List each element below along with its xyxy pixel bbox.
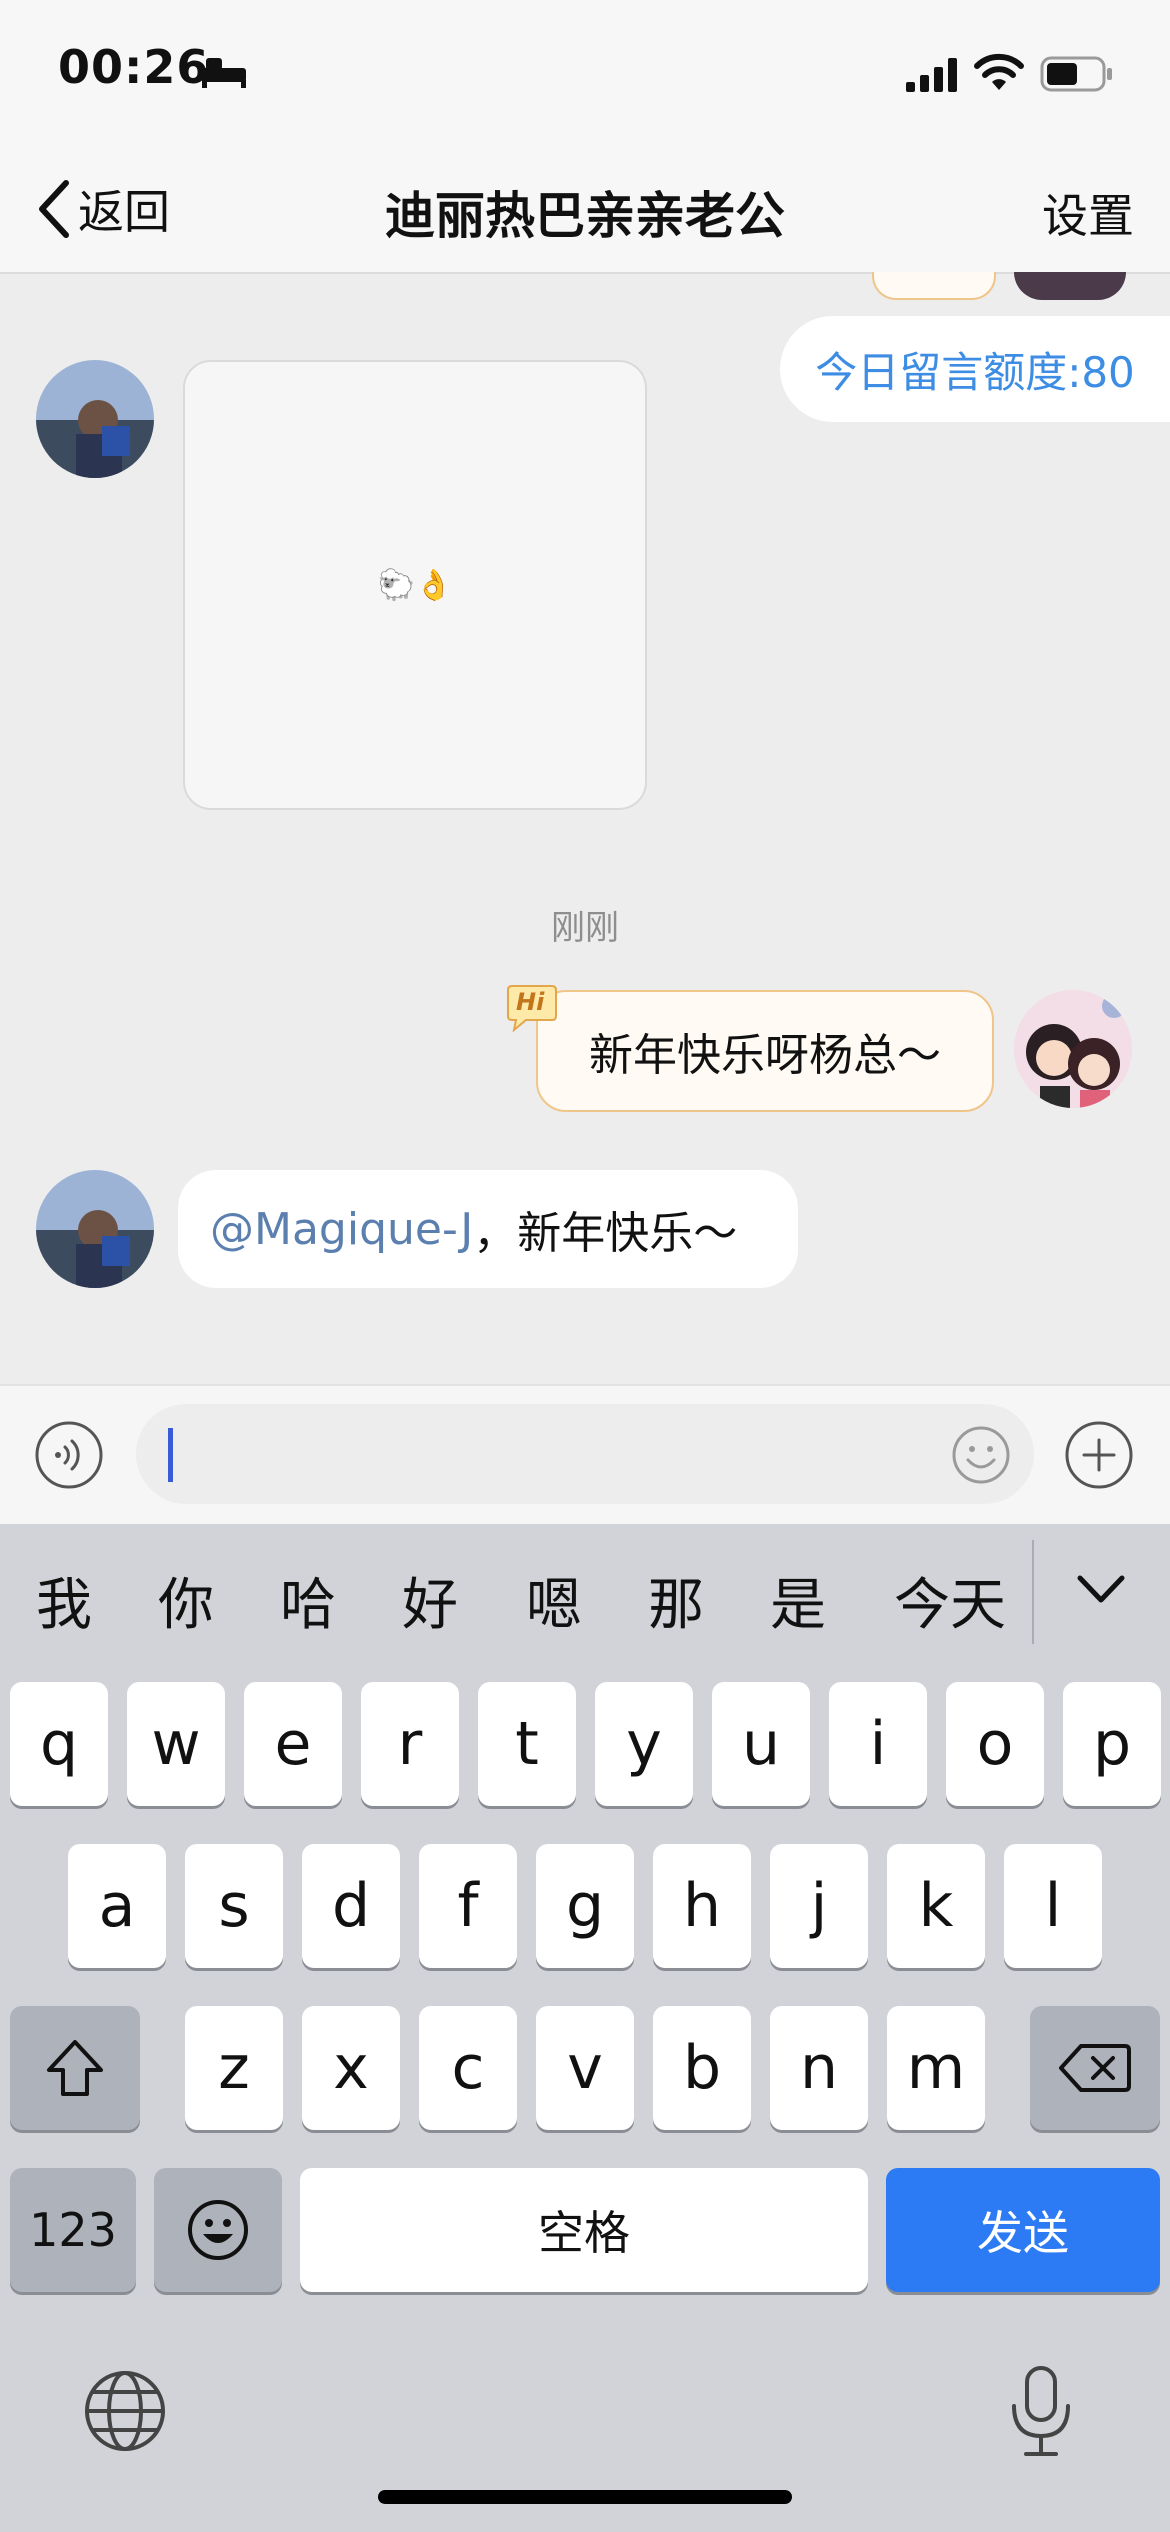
key[interactable]: c [419, 2006, 517, 2130]
message-input[interactable] [136, 1404, 1034, 1504]
key[interactable]: s [185, 1844, 283, 1968]
my-message-text: 新年快乐呀杨总～ [589, 1030, 941, 1081]
key[interactable]: l [1004, 1844, 1102, 1968]
key[interactable]: w [127, 1682, 225, 1806]
candidate-word[interactable]: 好 [402, 1560, 458, 1641]
key[interactable]: d [302, 1844, 400, 1968]
page-title: 迪丽热巴亲亲老公 [385, 187, 785, 245]
key[interactable]: x [302, 2006, 400, 2130]
key[interactable]: r [361, 1682, 459, 1806]
contact-avatar[interactable] [36, 360, 154, 478]
candidate-word[interactable]: 你 [158, 1560, 214, 1641]
home-indicator[interactable] [378, 2490, 792, 2504]
key[interactable]: o [946, 1682, 1044, 1806]
backspace-icon [1059, 2044, 1131, 2092]
candidate-word[interactable]: 那 [648, 1560, 704, 1641]
emoji-key[interactable] [154, 2168, 282, 2292]
hi-badge: Hi [504, 984, 560, 1033]
key[interactable]: p [1063, 1682, 1161, 1806]
numbers-key[interactable]: 123 [10, 2168, 136, 2292]
mention-link[interactable]: @Magique-J [210, 1204, 473, 1255]
backspace-key[interactable] [1030, 2006, 1160, 2130]
previous-avatar-edge [1014, 272, 1126, 300]
image-message[interactable]: 🐑👌 [183, 360, 647, 810]
key[interactable]: t [478, 1682, 576, 1806]
hi-badge-text: Hi [516, 988, 545, 1016]
collapse-chevron-icon[interactable] [1076, 1572, 1126, 1606]
signal-icon [906, 58, 957, 92]
key[interactable]: v [536, 2006, 634, 2130]
key[interactable]: f [419, 1844, 517, 1968]
contact-avatar[interactable] [36, 1170, 154, 1288]
key[interactable]: i [829, 1682, 927, 1806]
send-key[interactable]: 发送 [886, 2168, 1160, 2292]
image-emoji-content: 🐑👌 [377, 567, 453, 603]
key[interactable]: a [68, 1844, 166, 1968]
text-cursor [168, 1428, 173, 1482]
key[interactable]: k [887, 1844, 985, 1968]
globe-icon[interactable] [82, 2368, 168, 2454]
key[interactable]: e [244, 1682, 342, 1806]
status-time: 00:26 [58, 40, 210, 94]
bed-icon [202, 58, 246, 88]
candidate-word[interactable]: 是 [770, 1560, 826, 1641]
message-quota: 今日留言额度:80 [780, 316, 1170, 422]
space-key[interactable]: 空格 [300, 2168, 868, 2292]
key[interactable]: u [712, 1682, 810, 1806]
message-timestamp: 刚刚 [551, 908, 619, 948]
battery-icon [1040, 56, 1112, 92]
contact-message-text: ，新年快乐～ [473, 1208, 738, 1259]
key[interactable]: n [770, 2006, 868, 2130]
candidate-word[interactable]: 我 [36, 1560, 92, 1641]
key[interactable]: j [770, 1844, 868, 1968]
mic-icon[interactable] [1006, 2364, 1076, 2460]
voice-icon[interactable] [34, 1420, 104, 1490]
my-avatar[interactable] [1014, 990, 1132, 1108]
shift-icon [47, 2040, 103, 2096]
candidate-word[interactable]: 今天 [894, 1560, 1006, 1641]
plus-icon[interactable] [1064, 1420, 1134, 1490]
key[interactable]: m [887, 2006, 985, 2130]
contact-message-bubble[interactable]: @Magique-J ，新年快乐～ [178, 1170, 798, 1288]
candidate-word[interactable]: 哈 [280, 1560, 336, 1641]
key[interactable]: h [653, 1844, 751, 1968]
key[interactable]: y [595, 1682, 693, 1806]
candidate-divider [1032, 1540, 1034, 1644]
key[interactable]: q [10, 1682, 108, 1806]
my-message-bubble[interactable]: 新年快乐呀杨总～ [536, 990, 994, 1112]
emoji-keyboard-icon [188, 2200, 248, 2260]
key[interactable]: b [653, 2006, 751, 2130]
settings-button[interactable]: 设置 [1042, 180, 1134, 246]
previous-bubble-edge [872, 272, 996, 300]
wifi-icon [974, 53, 1024, 90]
key[interactable]: z [185, 2006, 283, 2130]
shift-key[interactable] [10, 2006, 140, 2130]
candidate-word[interactable]: 嗯 [526, 1560, 582, 1641]
key[interactable]: g [536, 1844, 634, 1968]
emoji-icon[interactable] [950, 1424, 1012, 1486]
